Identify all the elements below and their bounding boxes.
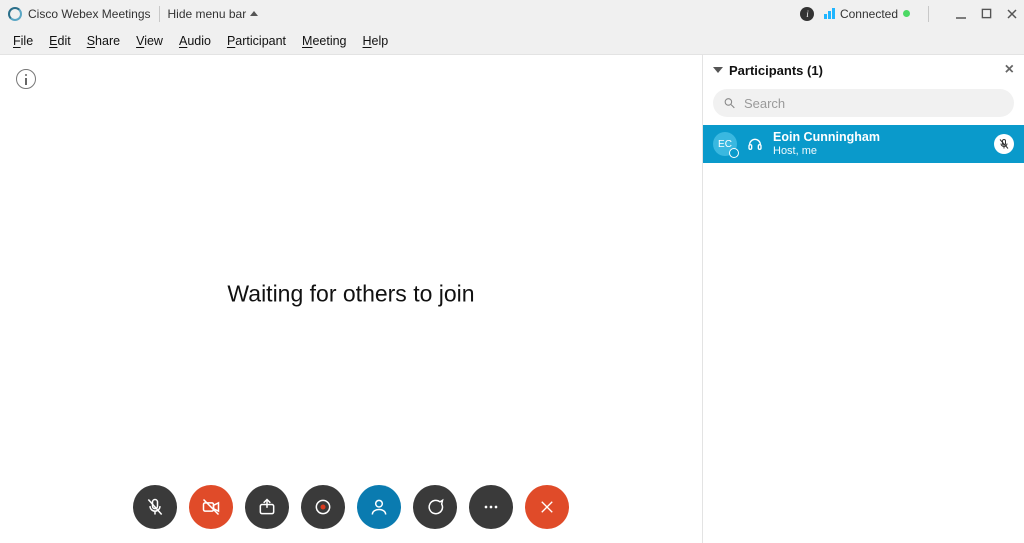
- meeting-controls: [133, 485, 569, 529]
- menu-participant[interactable]: Participant: [220, 31, 293, 51]
- mic-muted-icon: [998, 138, 1010, 150]
- participants-search-input[interactable]: [744, 96, 1004, 111]
- menu-edit[interactable]: Edit: [42, 31, 78, 51]
- chevron-down-icon: [713, 67, 723, 73]
- headset-icon: [747, 136, 763, 152]
- avatar-initials: EC: [718, 139, 732, 150]
- participant-row[interactable]: EC Eoin Cunningham Host, me: [703, 125, 1024, 163]
- connection-label: Connected: [840, 7, 898, 21]
- participant-mic-button[interactable]: [994, 134, 1014, 154]
- status-dot-icon: [903, 10, 910, 17]
- menu-bar: File Edit Share View Audio Participant M…: [0, 27, 1024, 55]
- window-close-button[interactable]: [1006, 8, 1018, 20]
- hide-menu-bar-button[interactable]: Hide menu bar: [168, 7, 259, 21]
- stop-video-button[interactable]: [189, 485, 233, 529]
- title-bar: Cisco Webex Meetings Hide menu bar i Con…: [0, 0, 1024, 27]
- window-minimize-button[interactable]: [955, 8, 967, 20]
- menu-share[interactable]: Share: [80, 31, 127, 51]
- participants-panel: Participants (1) × EC Eoin Cunningham Ho…: [702, 55, 1024, 543]
- share-content-button[interactable]: [245, 485, 289, 529]
- window-maximize-button[interactable]: [981, 8, 992, 19]
- divider: [928, 6, 929, 22]
- hide-menu-bar-label: Hide menu bar: [168, 7, 247, 21]
- presence-dot-icon: [729, 148, 739, 158]
- mute-mic-button[interactable]: [133, 485, 177, 529]
- info-badge-icon[interactable]: i: [800, 7, 814, 21]
- meeting-info-button[interactable]: [16, 69, 36, 89]
- waiting-message: Waiting for others to join: [227, 281, 474, 308]
- end-meeting-button[interactable]: [525, 485, 569, 529]
- signal-bars-icon: [824, 8, 835, 19]
- participant-name: Eoin Cunningham: [773, 131, 880, 145]
- participant-role: Host, me: [773, 145, 880, 157]
- menu-audio[interactable]: Audio: [172, 31, 218, 51]
- chat-button[interactable]: [413, 485, 457, 529]
- menu-help[interactable]: Help: [356, 31, 396, 51]
- close-panel-button[interactable]: ×: [1005, 62, 1014, 78]
- participants-panel-header[interactable]: Participants (1) ×: [703, 55, 1024, 85]
- menu-file[interactable]: File: [6, 31, 40, 51]
- record-button[interactable]: [301, 485, 345, 529]
- webex-logo-icon: [8, 7, 22, 21]
- menu-view[interactable]: View: [129, 31, 170, 51]
- participants-button[interactable]: [357, 485, 401, 529]
- avatar: EC: [713, 132, 737, 156]
- menu-meeting[interactable]: Meeting: [295, 31, 353, 51]
- meeting-stage: Waiting for others to join: [0, 55, 702, 543]
- chevron-up-icon: [250, 11, 258, 16]
- connection-indicator[interactable]: Connected: [824, 7, 910, 21]
- participants-search[interactable]: [713, 89, 1014, 117]
- more-options-button[interactable]: [469, 485, 513, 529]
- app-title: Cisco Webex Meetings: [28, 7, 151, 21]
- participants-title: Participants (1): [729, 63, 823, 78]
- search-icon: [723, 96, 736, 110]
- divider: [159, 6, 160, 22]
